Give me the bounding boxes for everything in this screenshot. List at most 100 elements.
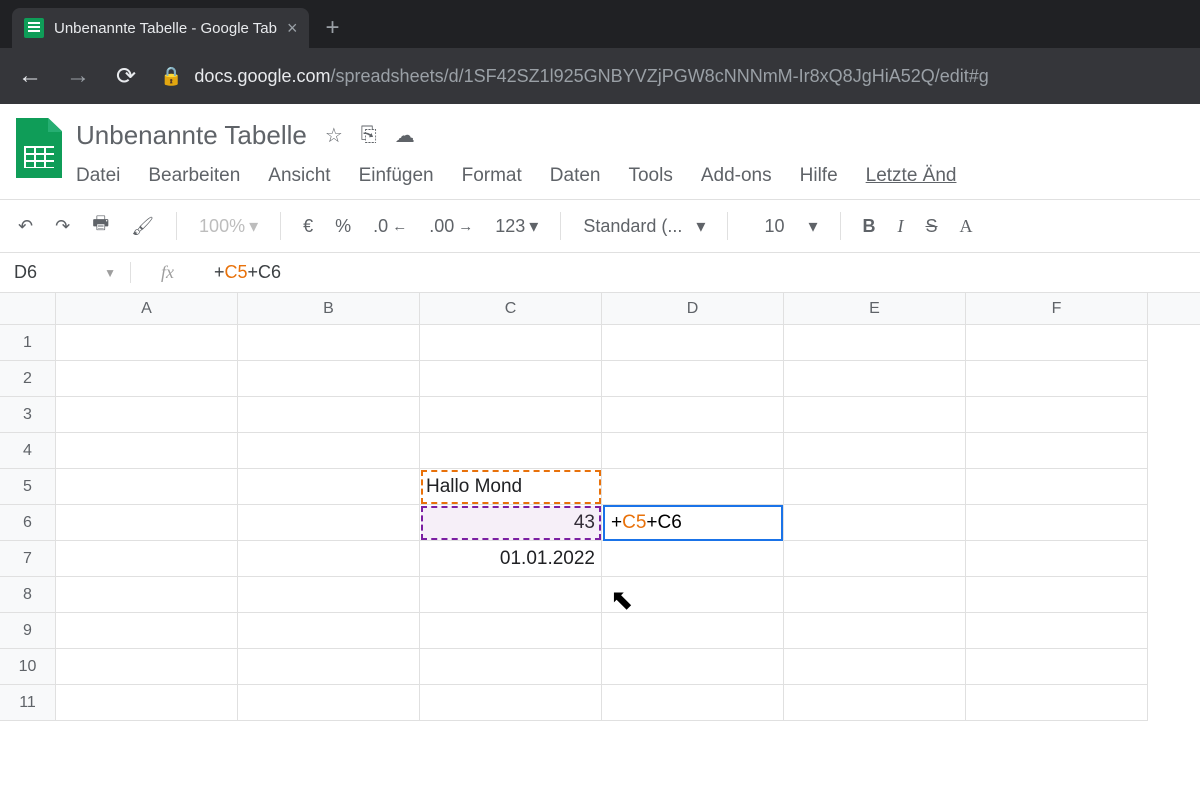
undo-button[interactable]: ↶ (18, 216, 33, 237)
menu-data[interactable]: Daten (550, 165, 601, 187)
cell[interactable] (602, 541, 784, 577)
row-header-10[interactable]: 10 (0, 649, 56, 685)
cell[interactable] (420, 397, 602, 433)
row-header-9[interactable]: 9 (0, 613, 56, 649)
cell[interactable] (966, 433, 1148, 469)
cell[interactable] (420, 649, 602, 685)
move-icon[interactable]: ⎘ (361, 124, 377, 147)
sheets-logo-icon[interactable] (16, 118, 62, 178)
col-header-b[interactable]: B (238, 293, 420, 324)
cell[interactable] (238, 613, 420, 649)
document-title[interactable]: Unbenannte Tabelle (76, 120, 307, 151)
cell[interactable] (784, 361, 966, 397)
cell[interactable] (56, 397, 238, 433)
currency-button[interactable]: € (303, 216, 313, 237)
cell[interactable] (56, 541, 238, 577)
cell[interactable] (238, 577, 420, 613)
italic-button[interactable]: I (898, 216, 904, 237)
cell[interactable] (56, 325, 238, 361)
cell[interactable] (966, 613, 1148, 649)
cell[interactable] (238, 325, 420, 361)
cell[interactable] (966, 361, 1148, 397)
zoom-dropdown[interactable]: 100% ▾ (199, 216, 258, 237)
cell[interactable] (784, 433, 966, 469)
cell[interactable] (784, 613, 966, 649)
cell[interactable] (784, 469, 966, 505)
strikethrough-button[interactable]: S (926, 216, 938, 237)
menu-format[interactable]: Format (462, 165, 522, 187)
cell[interactable] (420, 685, 602, 721)
row-header-3[interactable]: 3 (0, 397, 56, 433)
number-format-dropdown[interactable]: 123 ▾ (495, 216, 538, 237)
font-size-dropdown[interactable]: 10 ▾ (750, 216, 817, 237)
row-header-6[interactable]: 6 (0, 505, 56, 541)
menu-view[interactable]: Ansicht (268, 165, 330, 187)
row-header-4[interactable]: 4 (0, 433, 56, 469)
cell[interactable] (602, 397, 784, 433)
cell[interactable] (784, 685, 966, 721)
cell[interactable] (238, 541, 420, 577)
cell[interactable] (238, 505, 420, 541)
cell[interactable] (420, 577, 602, 613)
cell[interactable]: 43 (420, 505, 602, 541)
cell[interactable] (602, 469, 784, 505)
bold-button[interactable]: B (863, 216, 876, 237)
col-header-a[interactable]: A (56, 293, 238, 324)
cell[interactable] (420, 433, 602, 469)
cell[interactable] (784, 397, 966, 433)
cell[interactable] (238, 649, 420, 685)
cell[interactable] (784, 541, 966, 577)
select-all-corner[interactable] (0, 293, 56, 324)
cell[interactable] (966, 505, 1148, 541)
percent-button[interactable]: % (335, 216, 351, 237)
menu-tools[interactable]: Tools (628, 165, 672, 187)
paint-format-button[interactable]: 🖌 (131, 216, 154, 237)
cell[interactable] (238, 469, 420, 505)
cell[interactable] (56, 649, 238, 685)
star-icon[interactable]: ☆ (325, 123, 343, 148)
row-header-8[interactable]: 8 (0, 577, 56, 613)
cell[interactable] (56, 577, 238, 613)
col-header-e[interactable]: E (784, 293, 966, 324)
cell[interactable] (56, 685, 238, 721)
cell[interactable] (56, 433, 238, 469)
cell[interactable]: Hallo Mond (420, 469, 602, 505)
cell[interactable] (238, 397, 420, 433)
row-header-2[interactable]: 2 (0, 361, 56, 397)
forward-button[interactable]: → (64, 62, 92, 90)
cell[interactable] (56, 505, 238, 541)
cell[interactable] (784, 649, 966, 685)
cell[interactable] (602, 613, 784, 649)
cell[interactable]: 01.01.2022 (420, 541, 602, 577)
cell[interactable] (966, 685, 1148, 721)
cell[interactable] (56, 361, 238, 397)
cell[interactable] (420, 361, 602, 397)
cell[interactable] (238, 433, 420, 469)
menu-addons[interactable]: Add-ons (701, 165, 772, 187)
font-dropdown[interactable]: Standard (... ▾ (583, 216, 705, 237)
col-header-d[interactable]: D (602, 293, 784, 324)
row-header-1[interactable]: 1 (0, 325, 56, 361)
col-header-c[interactable]: C (420, 293, 602, 324)
cell[interactable] (420, 325, 602, 361)
cell[interactable] (602, 361, 784, 397)
url-field[interactable]: 🔒 docs.google.com/spreadsheets/d/1SF42SZ… (160, 66, 1184, 87)
menu-edit[interactable]: Bearbeiten (148, 165, 240, 187)
cell[interactable] (238, 361, 420, 397)
cell[interactable] (602, 577, 784, 613)
browser-tab[interactable]: Unbenannte Tabelle - Google Tab × (12, 8, 309, 48)
cell[interactable] (966, 649, 1148, 685)
active-cell-d6[interactable]: +C5+C6 (603, 505, 783, 541)
cell[interactable] (784, 325, 966, 361)
close-tab-icon[interactable]: × (287, 18, 298, 39)
cell[interactable] (602, 325, 784, 361)
new-tab-button[interactable]: + (309, 14, 355, 48)
print-button[interactable]: 🖶 (92, 211, 109, 241)
decrease-decimal-button[interactable]: .0← (373, 216, 407, 237)
col-header-f[interactable]: F (966, 293, 1148, 324)
cell[interactable] (56, 469, 238, 505)
cell[interactable] (784, 505, 966, 541)
menu-file[interactable]: Datei (76, 165, 120, 187)
cell[interactable] (784, 577, 966, 613)
cell[interactable] (602, 685, 784, 721)
